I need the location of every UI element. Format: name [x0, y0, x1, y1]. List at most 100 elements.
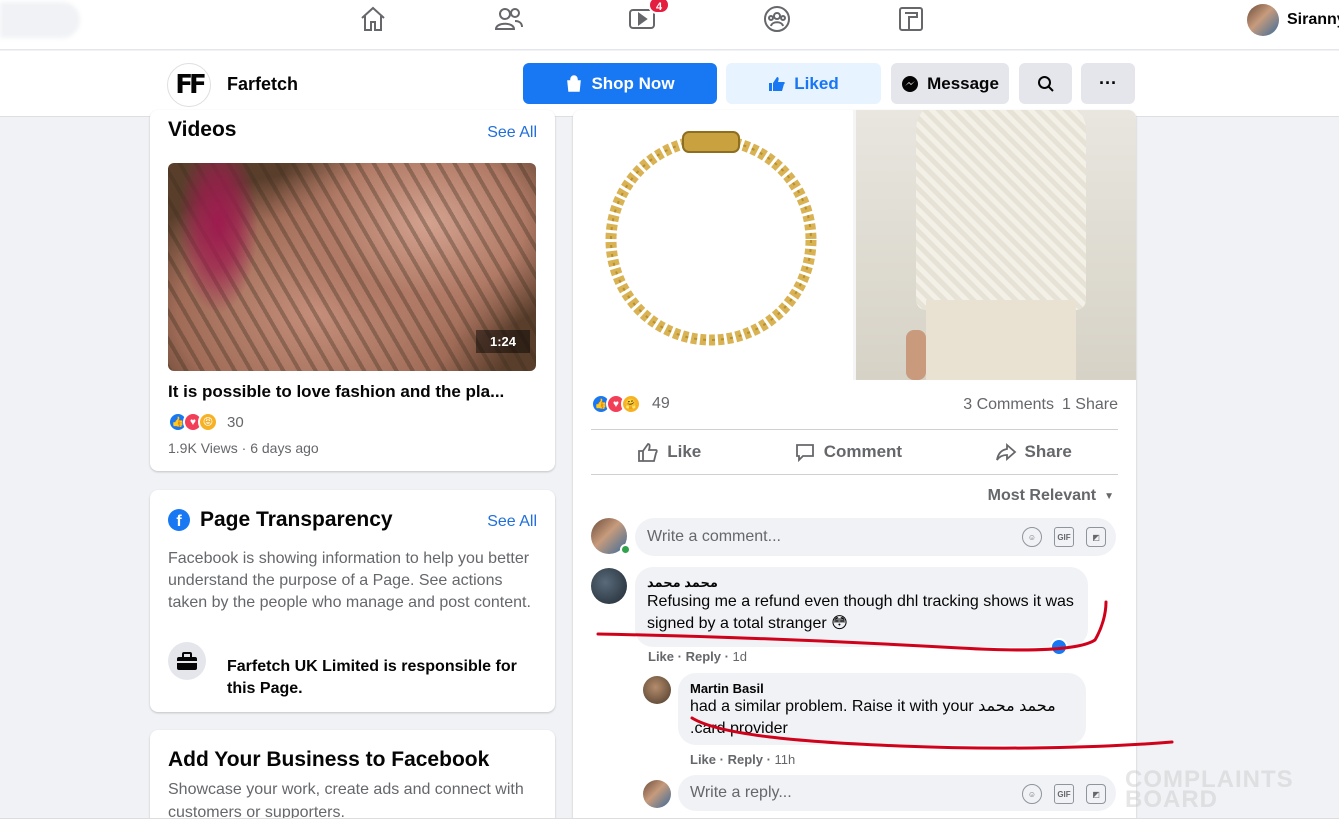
videos-title: Videos [168, 118, 237, 141]
transparency-header: f Page Transparency [168, 508, 393, 532]
reply-like-link[interactable]: Like [690, 752, 716, 767]
sweater-shape [916, 110, 1086, 310]
sweater-image[interactable] [856, 110, 1136, 380]
share-icon [995, 443, 1016, 461]
reply-author[interactable]: Martin Basil [690, 681, 1074, 696]
message-button[interactable]: Message [891, 63, 1009, 104]
caret-down-icon: ▼ [1104, 490, 1114, 502]
comment-text: Refusing me a refund even though dhl tra… [647, 593, 1074, 632]
shop-now-label: Shop Now [591, 73, 675, 93]
more-options-button[interactable]: ··· [1081, 63, 1135, 104]
emoji-icon[interactable]: ☺ [1022, 784, 1042, 804]
video-title[interactable]: It is possible to love fashion and the p… [168, 382, 504, 402]
pants-shape [926, 300, 1076, 380]
comment-like-link[interactable]: Like [648, 649, 674, 664]
reply-time[interactable]: 11h [775, 752, 796, 767]
avatar [1247, 4, 1279, 36]
video-duration: 1:24 [475, 330, 530, 353]
sticker-icon[interactable]: ◩ [1086, 527, 1106, 547]
comments-count-link[interactable]: 3 Comments [963, 396, 1054, 414]
comment-icon [795, 444, 814, 463]
profile-shortcut[interactable]: Siranny [1247, 4, 1339, 36]
gif-icon[interactable]: GIF [1054, 527, 1074, 547]
video-thumbnail[interactable]: 1:24 [168, 163, 536, 371]
comment-input[interactable]: Write a comment... ☺ GIF ◩ [635, 518, 1116, 556]
replier-avatar [643, 780, 671, 808]
page-transparency-card: f Page Transparency See All Facebook is … [150, 490, 555, 712]
bracelet-image[interactable] [573, 110, 853, 380]
groups-icon[interactable] [762, 4, 792, 34]
comment-meta: Like · Reply · 1d [648, 649, 748, 664]
liked-label: Liked [794, 73, 839, 93]
home-icon[interactable] [358, 4, 388, 34]
reply-bubble: Martin Basil had a similar problem. Rais… [678, 673, 1086, 745]
share-action-button[interactable]: Share [995, 441, 1072, 463]
add-business-card: Add Your Business to Facebook Showcase y… [150, 730, 555, 830]
friends-icon[interactable] [494, 4, 524, 34]
post-reaction-icons: 👍 ♥ 🤗 [591, 394, 641, 414]
page-search-button[interactable] [1019, 63, 1072, 104]
shopping-bag-icon [567, 74, 582, 92]
liked-button[interactable]: Liked [726, 63, 881, 104]
reply-reply-link[interactable]: Reply [728, 752, 763, 767]
arm-shape [906, 330, 926, 380]
like-action-label: Like [667, 442, 702, 461]
online-status-dot [620, 544, 631, 555]
comment-placeholder: Write a comment... [647, 528, 781, 545]
sticker-icon[interactable]: ◩ [1086, 784, 1106, 804]
reaction-icons: 👍 ♥ 😡 [168, 412, 218, 432]
video-reaction-count: 30 [227, 413, 244, 431]
page-name[interactable]: Farfetch [227, 74, 298, 95]
post-card: 👍 ♥ 🤗 49 3 Comments 1 Share Like Comment… [573, 110, 1136, 820]
thumbs-up-icon [638, 443, 658, 462]
comment-author-avatar[interactable] [591, 568, 627, 604]
sort-comments-dropdown[interactable]: Most Relevant ▼ [988, 487, 1114, 505]
comment-like-badge-icon[interactable] [1050, 638, 1068, 656]
share-action-label: Share [1024, 442, 1072, 461]
briefcase-icon [168, 642, 206, 680]
bottom-bar [0, 818, 1339, 838]
transparency-see-all-link[interactable]: See All [487, 513, 537, 531]
video-reactions[interactable]: 👍 ♥ 😡 30 [168, 412, 244, 432]
watermark: COMPLAINTS BOARD [1125, 766, 1294, 813]
comment-author[interactable]: محمد محمد [647, 575, 1076, 591]
reply-text: had a similar problem. Raise it with you… [690, 698, 1056, 737]
videos-see-all-link[interactable]: See All [487, 124, 537, 142]
reply-placeholder: Write a reply... [690, 784, 792, 801]
comment-action-button[interactable]: Comment [794, 441, 902, 463]
videos-card: Videos See All 1:24 It is possible to lo… [150, 110, 555, 471]
reply-author-avatar[interactable] [643, 676, 671, 704]
actions-divider [591, 474, 1118, 475]
shop-now-button[interactable]: Shop Now [523, 63, 717, 104]
notification-badge: 4 [648, 0, 670, 14]
angry-reaction-icon: 😡 [198, 412, 218, 432]
messenger-icon [902, 75, 919, 92]
transparency-title: Page Transparency [200, 508, 393, 531]
comment-reply-link[interactable]: Reply [686, 649, 721, 664]
post-reactions[interactable]: 👍 ♥ 🤗 49 [591, 394, 670, 414]
search-box[interactable] [0, 2, 80, 38]
comment-action-label: Comment [823, 442, 903, 461]
top-navigation: 4 Siranny [0, 0, 1339, 50]
facebook-icon: f [168, 509, 190, 531]
comment-time[interactable]: 1d [733, 649, 747, 664]
user-name: Siranny [1287, 11, 1339, 28]
thumbs-up-icon [769, 76, 786, 91]
gaming-icon[interactable] [896, 4, 926, 34]
gif-icon[interactable]: GIF [1054, 784, 1074, 804]
shares-count-link[interactable]: 1 Share [1062, 396, 1118, 414]
like-action-button[interactable]: Like [637, 441, 701, 463]
comment-bubble: محمد محمد Refusing me a refund even thou… [635, 567, 1088, 647]
reply-meta: Like · Reply · 11h [690, 752, 796, 767]
reply-input[interactable]: Write a reply... ☺ GIF ◩ [678, 775, 1116, 811]
page-logo[interactable]: FF [167, 63, 211, 107]
search-icon [1037, 75, 1054, 92]
post-reaction-count: 49 [652, 395, 670, 412]
post-actions: Like Comment Share [591, 430, 1118, 474]
responsible-entity: Farfetch UK Limited is responsible for t… [227, 658, 517, 697]
care-reaction-icon: 🤗 [621, 394, 641, 414]
video-meta: 1.9K Views · 6 days ago [168, 440, 319, 456]
sort-label: Most Relevant [987, 487, 1097, 504]
add-business-title: Add Your Business to Facebook [168, 748, 490, 771]
emoji-icon[interactable]: ☺ [1022, 527, 1042, 547]
